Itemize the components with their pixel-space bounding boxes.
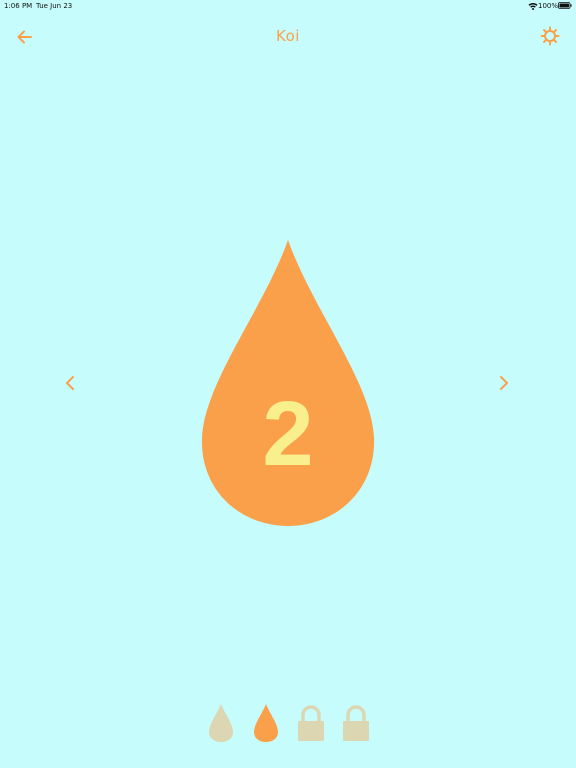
- wifi-icon: [528, 2, 538, 10]
- battery-full-icon: [558, 2, 572, 9]
- level-2-drop-icon[interactable]: [251, 702, 281, 744]
- status-time: 1:06 PM: [4, 2, 33, 10]
- level-drop[interactable]: 2: [200, 238, 376, 528]
- battery-percent: 100%: [538, 2, 559, 10]
- level-4-lock-icon[interactable]: [341, 702, 371, 744]
- status-date: Tue Jun 23: [36, 2, 73, 10]
- level-1-drop-icon[interactable]: [206, 702, 236, 744]
- gear-icon[interactable]: [539, 25, 561, 47]
- chevron-left-icon[interactable]: [60, 372, 80, 394]
- level-3-lock-icon[interactable]: [296, 702, 326, 744]
- screen: 1:06 PM Tue Jun 23 100% Koi 2: [0, 0, 576, 768]
- level-number: 2: [262, 383, 314, 485]
- status-bar: 1:06 PM Tue Jun 23 100%: [0, 0, 576, 12]
- page-title: Koi: [276, 27, 300, 45]
- chevron-right-icon[interactable]: [494, 372, 514, 394]
